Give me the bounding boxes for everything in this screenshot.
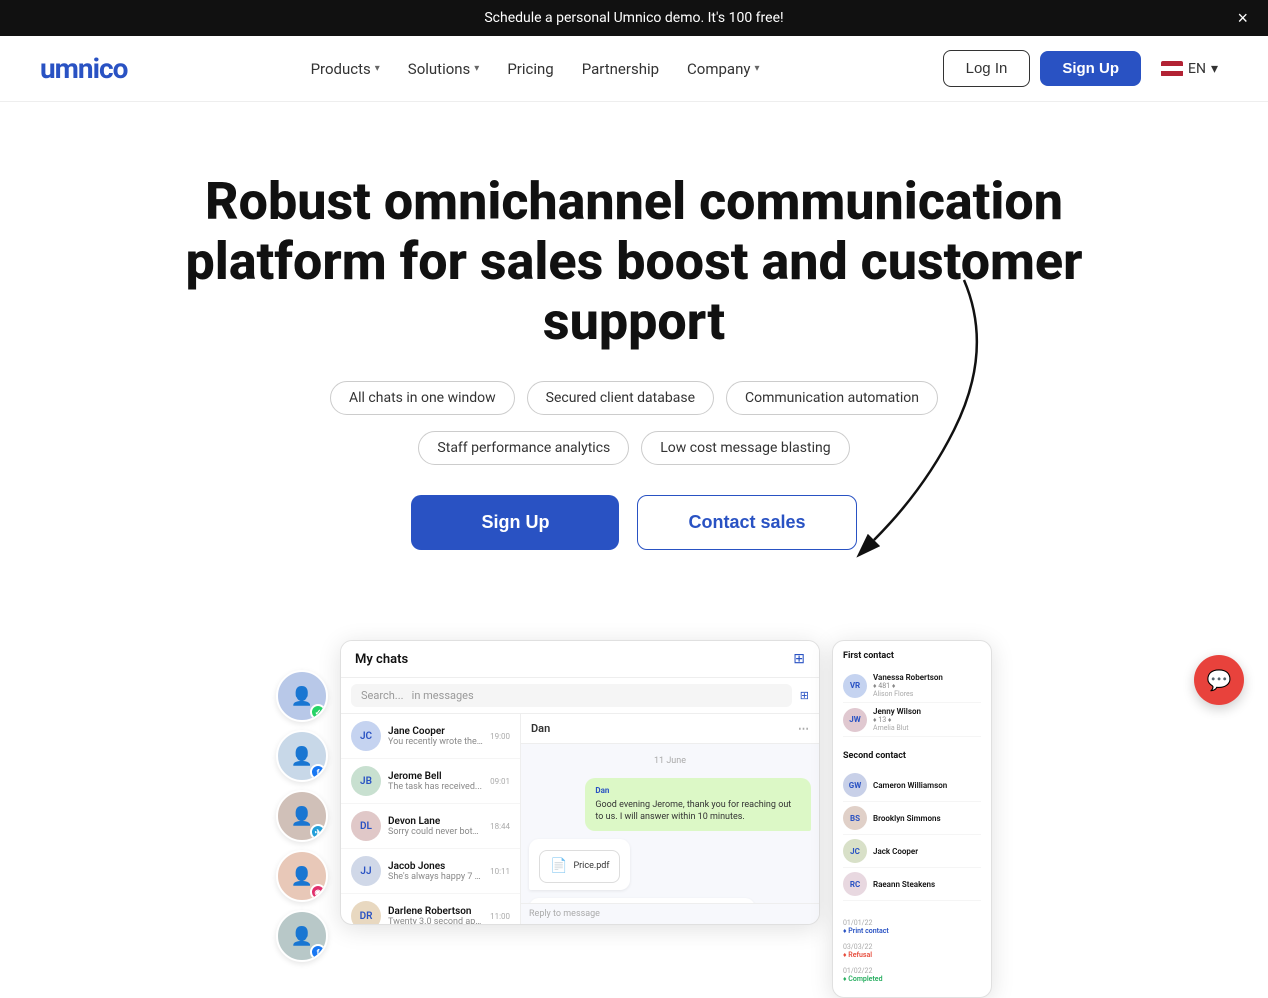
avatar-item: 👤 ◉: [276, 850, 328, 902]
avatar: JC: [843, 839, 867, 863]
logo-text: umnico: [40, 52, 127, 85]
event-row: 01/01/22 ♦ Print contact: [843, 915, 981, 939]
contact-row[interactable]: RC Raeann Steakens: [843, 868, 981, 901]
language-selector[interactable]: EN ▾: [1151, 55, 1228, 83]
avatar: RC: [843, 872, 867, 896]
hero-buttons: Sign Up Contact sales: [164, 495, 1104, 550]
logo[interactable]: umnico: [40, 52, 127, 85]
right-contacts-panel: First contact VR Vanessa Robertson ♦ 481…: [832, 640, 992, 998]
section-divider: [843, 737, 981, 751]
conversation-header: Dan ⋯: [521, 714, 819, 744]
header: umnico Products ▾ Solutions ▾ Pricing Pa…: [0, 36, 1268, 102]
pdf-icon: 📄: [550, 857, 567, 877]
chat-panel-header: My chats ⊞: [341, 641, 819, 678]
first-contact-title: First contact: [843, 651, 981, 661]
chevron-down-icon: ▾: [754, 63, 759, 74]
nav-products[interactable]: Products ▾: [299, 52, 392, 86]
signup-button[interactable]: Sign Up: [1040, 51, 1141, 86]
message-bubble: 📄 Price.pdf: [529, 839, 630, 891]
chevron-down-icon: ▾: [474, 63, 479, 74]
nav-company[interactable]: Company ▾: [675, 52, 771, 86]
list-item[interactable]: DR Darlene Robertson Twenty 3.0 second a…: [341, 894, 520, 924]
mockup-container: 👤 ✓ 👤 f 👤 ✈ 👤 ◉ 👤 f My chats: [114, 640, 1154, 998]
avatar: JW: [843, 708, 867, 732]
avatar: BS: [843, 806, 867, 830]
features-row: All chats in one window Secured client d…: [164, 381, 1104, 415]
chat-panel: My chats ⊞ Search... in messages ⊞ JC Ja…: [340, 640, 820, 925]
contact-row[interactable]: JC Jack Cooper: [843, 835, 981, 868]
avatar-item: 👤 f: [276, 910, 328, 962]
filter-button[interactable]: ⊞: [800, 689, 809, 702]
instagram-badge: ◉: [310, 884, 326, 900]
feature-badge: Communication automation: [726, 381, 938, 415]
date-divider: 11 June: [529, 752, 811, 770]
chat-search-input[interactable]: Search... in messages: [351, 684, 792, 707]
avatar: JC: [351, 721, 381, 751]
file-attachment: 📄 Price.pdf: [539, 850, 620, 884]
dashboard-preview: 👤 ✓ 👤 f 👤 ✈ 👤 ◉ 👤 f My chats: [84, 640, 1184, 998]
banner-text: Schedule a personal Umnico demo. It's 10…: [484, 10, 783, 26]
avatar-column: 👤 ✓ 👤 f 👤 ✈ 👤 ◉ 👤 f: [276, 670, 328, 962]
reply-indicator: Reply to message: [521, 903, 819, 924]
nav-pricing[interactable]: Pricing: [495, 52, 565, 86]
feature-badge: All chats in one window: [330, 381, 515, 415]
navigation: Products ▾ Solutions ▾ Pricing Partnersh…: [299, 52, 772, 86]
contact-row[interactable]: VR Vanessa Robertson ♦ 481 ♦ Alison Flor…: [843, 669, 981, 703]
contact-sales-button[interactable]: Contact sales: [637, 495, 856, 550]
message-bubble: Dan Good evening Jerome, thank you for r…: [585, 778, 811, 830]
facebook-badge-2: f: [310, 944, 326, 960]
facebook-badge: f: [310, 764, 326, 780]
contact-row[interactable]: BS Brooklyn Simmons: [843, 802, 981, 835]
list-item[interactable]: JB Jerome Bell The task has received... …: [341, 759, 520, 804]
header-actions: Log In Sign Up EN ▾: [943, 50, 1228, 87]
chevron-down-icon: ▾: [1211, 61, 1218, 77]
whatsapp-badge: ✓: [310, 704, 326, 720]
section-divider: [843, 901, 981, 915]
feature-badge: Staff performance analytics: [418, 431, 629, 465]
nav-partnership[interactable]: Partnership: [570, 52, 671, 86]
hero-title: Robust omnichannel communication platfor…: [164, 172, 1104, 351]
hero-section: Robust omnichannel communication platfor…: [144, 102, 1124, 640]
telegram-badge: ✈: [310, 824, 326, 840]
banner-close-button[interactable]: ×: [1237, 9, 1248, 27]
chat-settings-icon[interactable]: ⊞: [793, 651, 805, 667]
nav-solutions[interactable]: Solutions ▾: [396, 52, 492, 86]
avatar: VR: [843, 674, 867, 698]
list-item[interactable]: DL Devon Lane Sorry could never bother e…: [341, 804, 520, 849]
flag-icon: [1161, 61, 1183, 77]
chat-panel-title: My chats: [355, 652, 408, 667]
event-row: 01/02/22 ♦ Completed: [843, 963, 981, 987]
avatar: DR: [351, 901, 381, 924]
chevron-down-icon: ▾: [375, 63, 380, 74]
chat-icon: 💬: [1207, 668, 1232, 692]
avatar: JJ: [351, 856, 381, 886]
feature-badge: Low cost message blasting: [641, 431, 849, 465]
second-contact-title: Second contact: [843, 751, 981, 761]
features-row-2: Staff performance analytics Low cost mes…: [164, 431, 1104, 465]
top-banner: Schedule a personal Umnico demo. It's 10…: [0, 0, 1268, 36]
contact-row[interactable]: GW Cameron Williamson: [843, 769, 981, 802]
avatar: GW: [843, 773, 867, 797]
list-item[interactable]: JC Jane Cooper You recently wrote them 1…: [341, 714, 520, 759]
chat-body: JC Jane Cooper You recently wrote them 1…: [341, 714, 819, 924]
avatar: JB: [351, 766, 381, 796]
message-list: 11 June Dan Good evening Jerome, thank y…: [521, 744, 819, 903]
feature-badge: Secured client database: [527, 381, 714, 415]
chat-conversation: Dan ⋯ 11 June Dan Good evening Jerome, t…: [521, 714, 819, 924]
chat-contact-list: JC Jane Cooper You recently wrote them 1…: [341, 714, 521, 924]
list-item[interactable]: JJ Jacob Jones She's always happy 7 year…: [341, 849, 520, 894]
avatar-item: 👤 ✈: [276, 790, 328, 842]
chat-search-bar: Search... in messages ⊞: [341, 678, 819, 714]
avatar: DL: [351, 811, 381, 841]
avatar-item: 👤 f: [276, 730, 328, 782]
event-row: 03/03/22 ♦ Refusal: [843, 939, 981, 963]
avatar-item: 👤 ✓: [276, 670, 328, 722]
floating-chat-button[interactable]: 💬: [1194, 655, 1244, 705]
login-button[interactable]: Log In: [943, 50, 1031, 87]
hero-signup-button[interactable]: Sign Up: [411, 495, 619, 550]
contact-row[interactable]: JW Jenny Wilson ♦ 13 ♦ Amelia Blut: [843, 703, 981, 737]
